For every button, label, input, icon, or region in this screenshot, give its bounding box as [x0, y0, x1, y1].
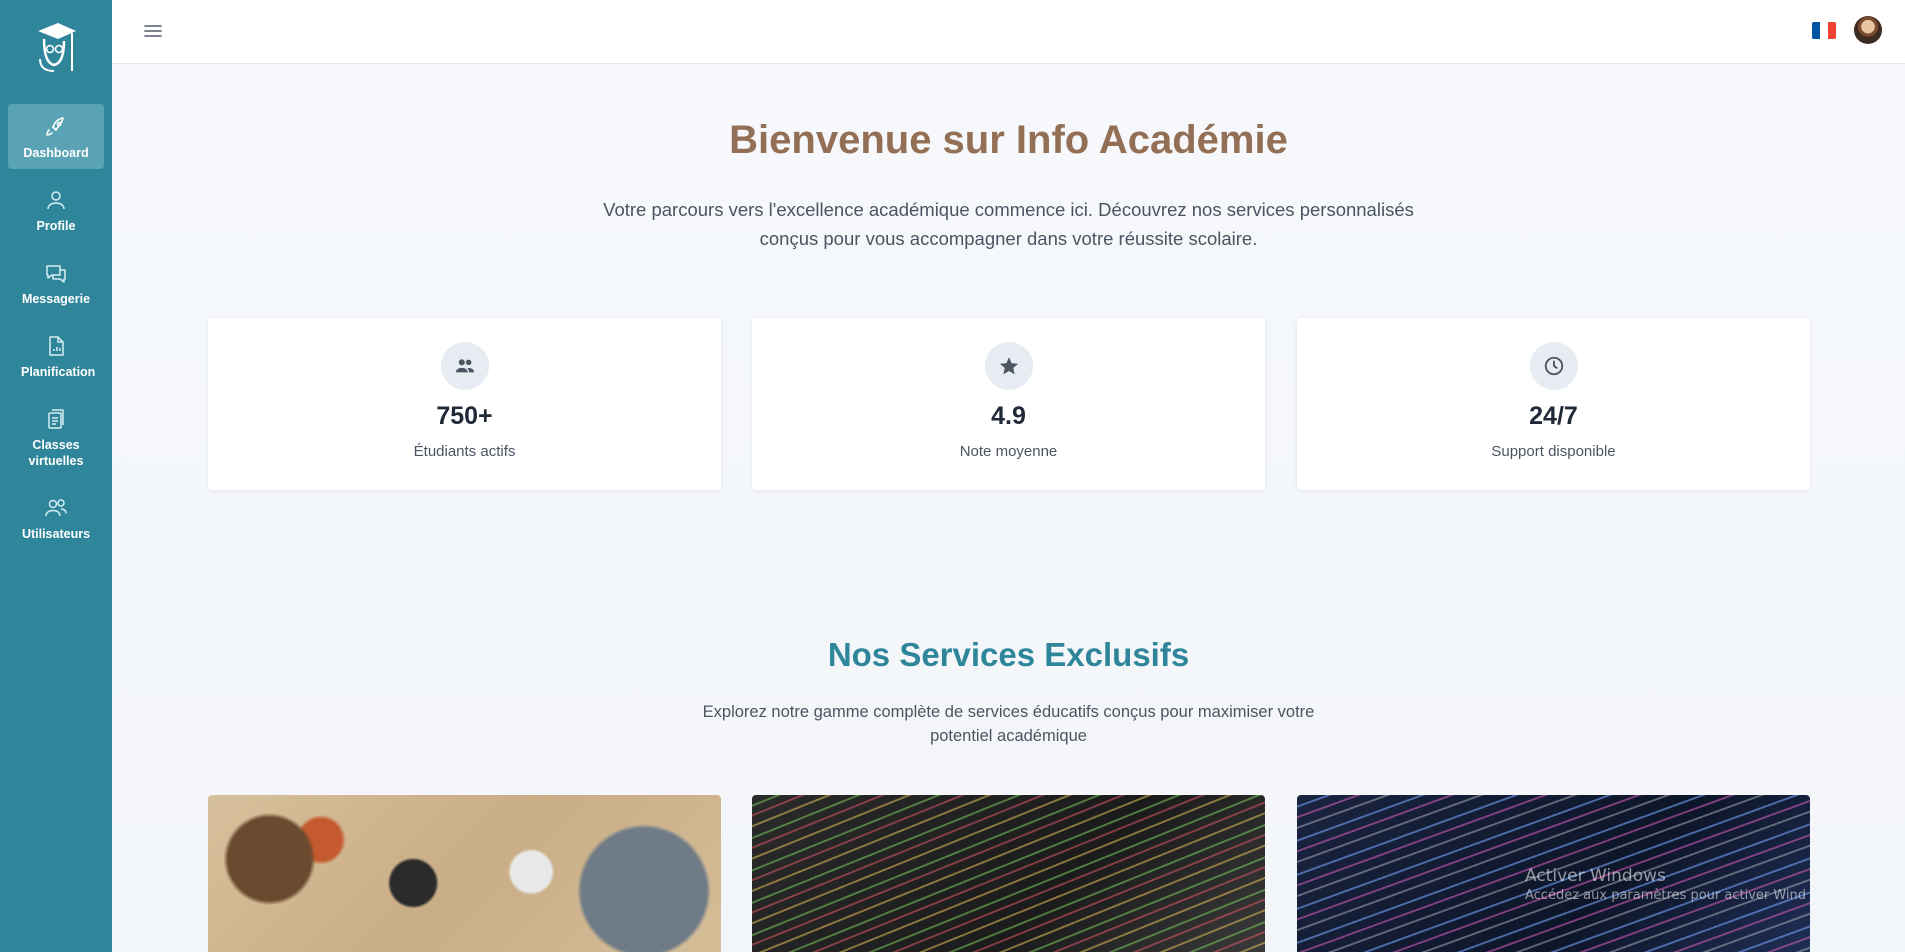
- star-icon: [984, 342, 1033, 390]
- stat-value: 750+: [436, 402, 493, 430]
- service-card-image-workspace[interactable]: [208, 795, 721, 952]
- clock-icon: [1529, 342, 1578, 390]
- people-icon: [440, 342, 489, 390]
- sidebar-item-label: Planification: [21, 365, 96, 379]
- windows-activation-watermark: Activer Windows Accédez aux paramètres p…: [1525, 866, 1806, 903]
- stat-card-support: 24/7 Support disponible: [1297, 318, 1810, 490]
- watermark-subtitle: Accédez aux paramètres pour activer Wind: [1525, 888, 1807, 903]
- service-card-image-code[interactable]: [752, 795, 1265, 952]
- main-content: Bienvenue sur Info Académie Votre parcou…: [112, 64, 1905, 952]
- chat-icon: [43, 260, 69, 286]
- stat-label: Étudiants actifs: [413, 443, 516, 460]
- sidebar-item-label: Dashboard: [23, 146, 89, 160]
- sidebar-item-messagerie[interactable]: Messagerie: [8, 250, 104, 315]
- user-icon: [43, 187, 69, 213]
- document-chart-icon: [43, 333, 69, 359]
- sidebar-item-label: Utilisateurs: [21, 527, 91, 541]
- sidebar-item-profile[interactable]: Profile: [8, 177, 104, 242]
- sidebar-item-label: Profile: [36, 219, 76, 233]
- hero-title: Bienvenue sur Info Académie: [729, 118, 1288, 162]
- clipboard-icon: [43, 406, 69, 432]
- watermark-title: Activer Windows: [1525, 866, 1666, 886]
- sidebar-item-dashboard[interactable]: Dashboard: [8, 104, 104, 169]
- language-flag-icon[interactable]: [1812, 22, 1836, 39]
- user-avatar[interactable]: [1854, 16, 1882, 44]
- rocket-icon: [43, 114, 69, 140]
- stat-label: Note moyenne: [959, 443, 1058, 460]
- sidebar: Dashboard Profile Messagerie Planificati…: [0, 0, 112, 952]
- sidebar-item-label: Messagerie: [21, 292, 91, 306]
- app-logo[interactable]: [0, 0, 112, 96]
- hamburger-menu-button[interactable]: [142, 20, 164, 42]
- stat-label: Support disponible: [1491, 443, 1616, 460]
- hero-subtitle: Votre parcours vers l'excellence académi…: [603, 199, 1414, 249]
- services-title: Nos Services Exclusifs: [827, 636, 1190, 673]
- stat-value: 4.9: [991, 402, 1026, 430]
- services-subtitle: Explorez notre gamme complète de service…: [702, 703, 1315, 745]
- sidebar-item-classes-virtuelles[interactable]: Classes virtuelles: [8, 396, 104, 477]
- users-icon: [43, 495, 69, 521]
- stat-card-students: 750+ Étudiants actifs: [208, 318, 721, 490]
- hamburger-icon: [144, 25, 162, 37]
- graduate-cap-logo-icon: [38, 23, 76, 72]
- sidebar-item-utilisateurs[interactable]: Utilisateurs: [8, 485, 104, 550]
- sidebar-item-label: Classes virtuelles: [28, 438, 84, 468]
- sidebar-item-planification[interactable]: Planification: [8, 323, 104, 388]
- stat-value: 24/7: [1529, 402, 1578, 430]
- top-header: [112, 0, 1905, 64]
- stat-card-rating: 4.9 Note moyenne: [752, 318, 1265, 490]
